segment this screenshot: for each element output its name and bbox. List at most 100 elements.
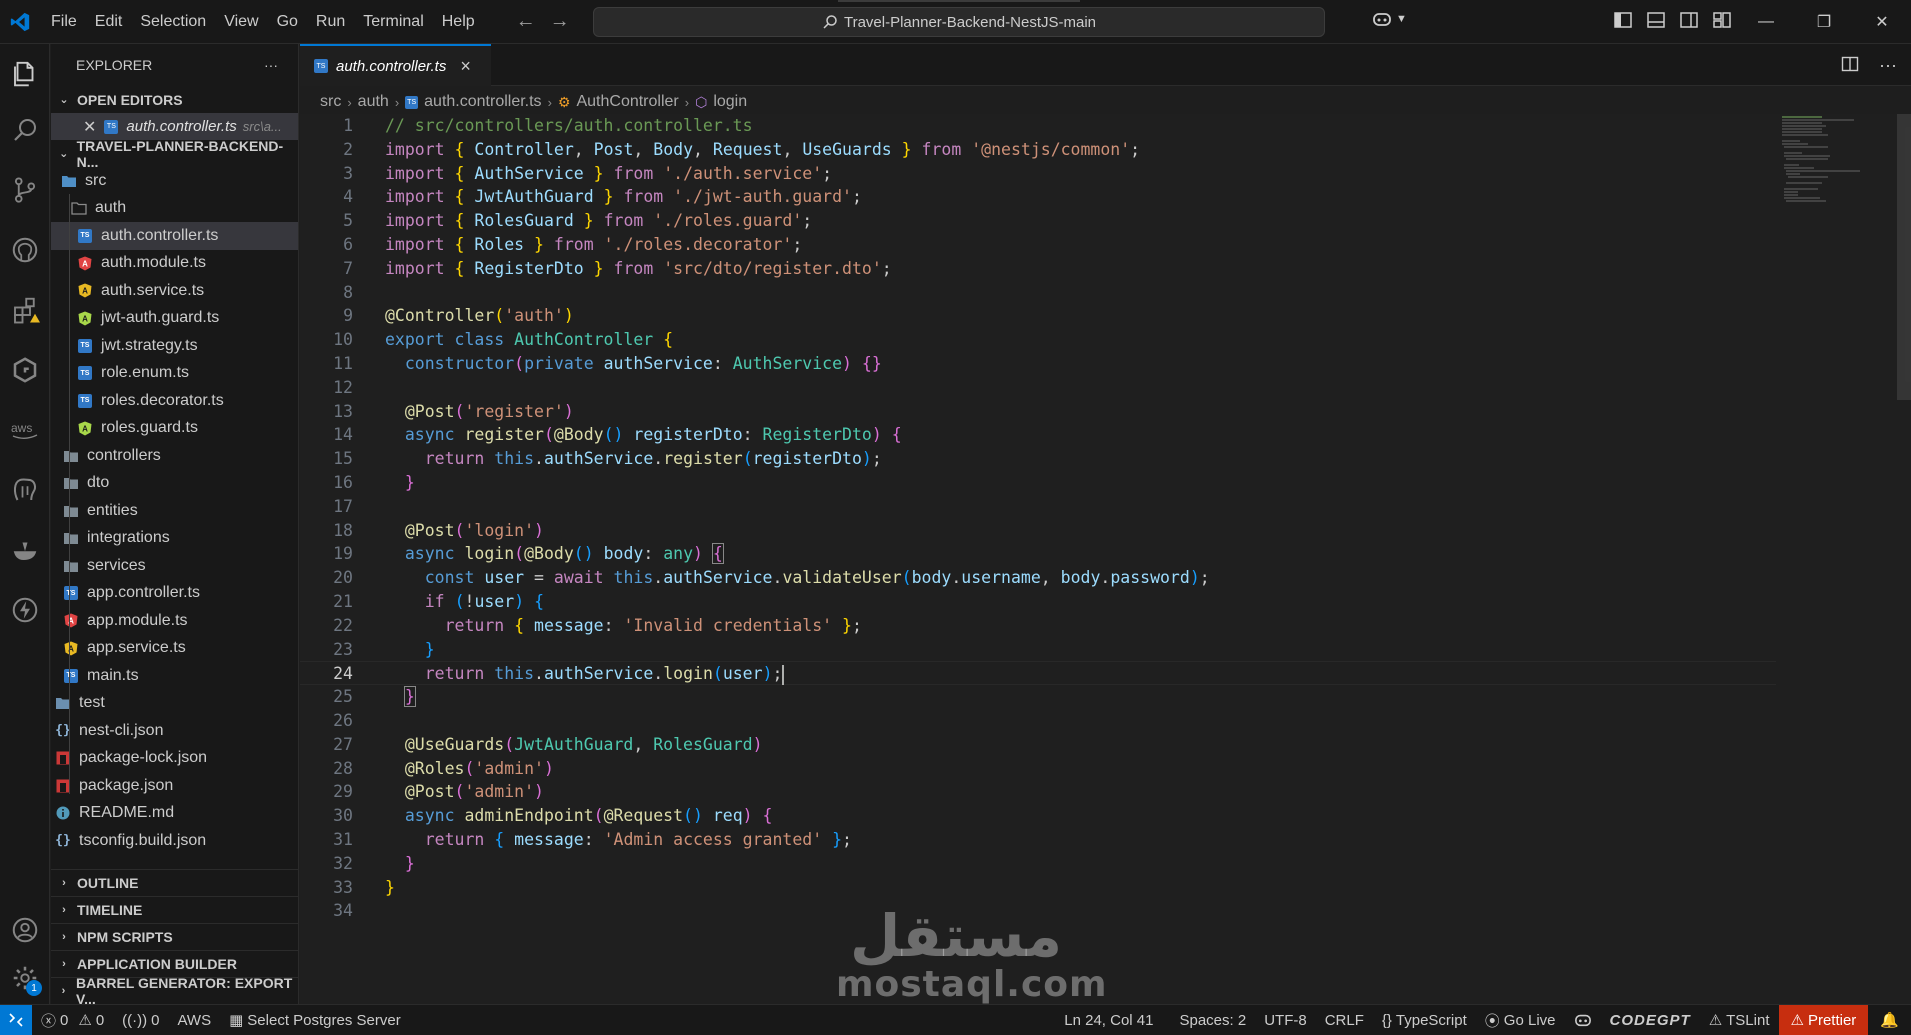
ports-indicator[interactable]: ((·)) 0	[113, 1012, 168, 1029]
gitlens-icon[interactable]	[0, 346, 50, 394]
tree-item[interactable]: package-lock.json	[51, 745, 298, 773]
forward-arrow-icon[interactable]: →	[550, 10, 570, 33]
tree-item[interactable]: dto	[51, 470, 298, 498]
tree-item[interactable]: Aauth.service.ts	[51, 277, 298, 305]
toggle-secondary-sidebar-icon[interactable]	[1679, 10, 1700, 31]
go-live-button[interactable]: ⦿ Go Live	[1476, 1010, 1565, 1031]
aws-icon[interactable]: aws	[0, 406, 50, 454]
tree-item[interactable]: auth	[51, 195, 298, 223]
menu-edit[interactable]: Edit	[86, 0, 132, 44]
chevron-right-icon: ›	[394, 94, 400, 110]
tree-item[interactable]: Aroles.guard.ts	[51, 415, 298, 443]
notifications-bell-icon[interactable]: 🔔	[1868, 1011, 1911, 1029]
end-of-line[interactable]: CRLF	[1316, 1012, 1373, 1029]
menu-file[interactable]: File	[42, 0, 86, 44]
menu-selection[interactable]: Selection	[131, 0, 215, 44]
menu-view[interactable]: View	[215, 0, 267, 44]
close-editor-icon[interactable]: ✕	[83, 117, 96, 137]
postgres-icon[interactable]	[0, 466, 50, 514]
breadcrumb-src[interactable]: src	[320, 93, 341, 111]
database-icon: ▦	[229, 1012, 244, 1029]
close-tab-icon[interactable]: ×	[460, 56, 471, 77]
back-arrow-icon[interactable]: ←	[516, 10, 536, 33]
open-editors-section[interactable]: ⌄ OPEN EDITORS	[51, 86, 298, 113]
tree-item[interactable]: Aauth.module.ts	[51, 250, 298, 278]
problems-indicator[interactable]: ⓧ 0 ⚠ 0	[32, 1010, 113, 1031]
tree-item[interactable]: src	[51, 167, 298, 195]
postgres-status[interactable]: ▦ Select Postgres Server	[220, 1011, 410, 1030]
tree-item[interactable]: package.json	[51, 772, 298, 800]
split-editor-icon[interactable]	[1841, 55, 1859, 78]
aws-status[interactable]: AWS	[168, 1012, 220, 1029]
github-icon[interactable]	[0, 226, 50, 274]
menu-go[interactable]: Go	[268, 0, 307, 44]
tree-item[interactable]: {} nest-cli.json	[51, 717, 298, 745]
toggle-primary-sidebar-icon[interactable]	[1613, 10, 1634, 31]
chevron-right-icon: ›	[62, 877, 66, 889]
timeline-section[interactable]: › TIMELINE	[51, 896, 298, 923]
project-section[interactable]: ⌄ TRAVEL-PLANNER-BACKEND-N...	[51, 138, 298, 170]
tree-item[interactable]: TS auth.controller.ts	[51, 222, 298, 250]
minimap[interactable]	[1776, 114, 1911, 1004]
barrel-generator-section[interactable]: › BARREL GENERATOR: EXPORT V...	[51, 975, 298, 1004]
application-builder-section[interactable]: › APPLICATION BUILDER	[51, 950, 298, 977]
outline-section[interactable]: › OUTLINE	[51, 869, 298, 896]
customize-layout-icon[interactable]	[1712, 10, 1733, 31]
tree-item[interactable]: TS role.enum.ts	[51, 360, 298, 388]
tab-auth-controller[interactable]: TS auth.controller.ts ×	[300, 44, 491, 86]
tree-item[interactable]: integrations	[51, 525, 298, 553]
breadcrumb-class[interactable]: AuthController	[576, 93, 678, 111]
tree-item[interactable]: services	[51, 552, 298, 580]
tree-item[interactable]: controllers	[51, 442, 298, 470]
breadcrumb-method[interactable]: login	[713, 93, 747, 111]
breadcrumb-auth[interactable]: auth	[358, 93, 389, 111]
tree-item[interactable]: Aapp.service.ts	[51, 635, 298, 663]
more-actions-icon[interactable]: ···	[1879, 55, 1897, 78]
tree-item[interactable]: {} tsconfig.build.json	[51, 827, 298, 855]
settings-gear-icon[interactable]: 1	[0, 954, 50, 1002]
cursor-position[interactable]: Ln 24, Col 41	[1055, 1012, 1162, 1029]
extensions-icon[interactable]	[0, 286, 50, 334]
copilot-status-icon[interactable]	[1565, 1012, 1601, 1028]
docker-icon[interactable]	[0, 526, 50, 574]
more-actions-icon[interactable]: ···	[264, 57, 278, 73]
menu-help[interactable]: Help	[433, 0, 484, 44]
code-line: 11 constructor(private authService: Auth…	[333, 354, 882, 373]
open-editor-item[interactable]: ✕ TS auth.controller.ts src\a...	[51, 113, 298, 140]
accounts-icon[interactable]	[0, 906, 50, 954]
toggle-panel-icon[interactable]	[1646, 10, 1667, 31]
minimize-icon[interactable]: —	[1737, 0, 1795, 44]
npm-scripts-section[interactable]: › NPM SCRIPTS	[51, 923, 298, 950]
codegpt-status[interactable]: CODEGPT	[1601, 1012, 1700, 1029]
tslint-status[interactable]: ⚠ TSLint	[1700, 1011, 1779, 1030]
source-control-icon[interactable]	[0, 166, 50, 214]
search-sidebar-icon[interactable]	[0, 106, 50, 154]
maximize-icon[interactable]: ❐	[1795, 0, 1853, 44]
tree-item[interactable]: README.md	[51, 800, 298, 828]
tree-item[interactable]: entities	[51, 497, 298, 525]
vscode-logo-icon[interactable]	[6, 8, 34, 36]
command-center-search[interactable]: Travel-Planner-Backend-NestJS-main	[593, 7, 1325, 37]
copilot-button[interactable]: ▼	[1372, 10, 1407, 28]
encoding[interactable]: UTF-8	[1255, 1012, 1316, 1029]
tree-item[interactable]: Ajwt-auth.guard.ts	[51, 305, 298, 333]
prettier-status[interactable]: ⚠ Prettier	[1778, 1005, 1869, 1035]
language-mode[interactable]: {} TypeScript	[1373, 1012, 1476, 1029]
indentation[interactable]: Spaces: 2	[1170, 1012, 1255, 1029]
menu-terminal[interactable]: Terminal	[354, 0, 432, 44]
thunder-client-icon[interactable]	[0, 586, 50, 634]
tree-item[interactable]: TS main.ts	[51, 662, 298, 690]
remote-indicator-icon[interactable]	[0, 1004, 32, 1035]
vertical-scrollbar[interactable]	[1897, 114, 1911, 400]
tree-item[interactable]: TS roles.decorator.ts	[51, 387, 298, 415]
tree-item[interactable]: Aapp.module.ts	[51, 607, 298, 635]
breadcrumb-file[interactable]: auth.controller.ts	[424, 93, 541, 111]
tree-item[interactable]: TS jwt.strategy.ts	[51, 332, 298, 360]
menu-run[interactable]: Run	[307, 0, 354, 44]
nav-arrows: ← →	[516, 10, 570, 33]
tree-item[interactable]: test	[51, 690, 298, 718]
explorer-icon[interactable]	[0, 50, 50, 98]
close-window-icon[interactable]: ✕	[1853, 0, 1911, 44]
tree-item[interactable]: TS app.controller.ts	[51, 580, 298, 608]
code-editor[interactable]: 1// src/controllers/auth.controller.ts 2…	[300, 114, 1776, 1004]
